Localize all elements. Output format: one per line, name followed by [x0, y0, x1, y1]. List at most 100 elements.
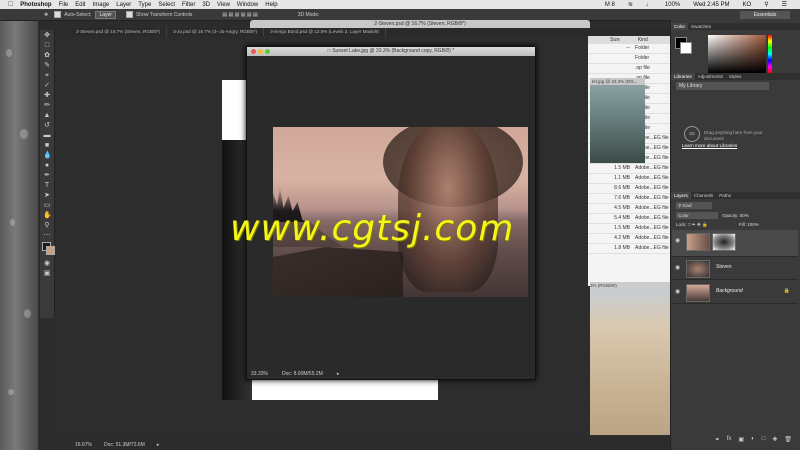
finder-row[interactable]: .op file [588, 64, 670, 74]
visibility-eye-icon[interactable]: ◉ [675, 237, 680, 244]
finder-row[interactable]: 1.8 MB Adobe...EG file [588, 244, 670, 254]
eraser-tool-icon[interactable]: ▬ [43, 132, 51, 140]
finder-row[interactable]: 1.5 MB Adobe...EG file [588, 224, 670, 234]
tab-adjustments[interactable]: Adjustments [695, 73, 726, 80]
transform-controls-checkbox[interactable] [125, 11, 133, 18]
sunset-zoom-level[interactable]: 33.33% [251, 371, 268, 377]
clock[interactable]: Wed 2:45 PM [693, 2, 729, 8]
new-layer-icon[interactable]: ✚ [772, 436, 777, 446]
column-kind[interactable]: Kind [638, 36, 648, 44]
forest-window-title[interactable]: ter.jpg @ 33.3% (RG... [590, 78, 645, 85]
background-color-swatch[interactable] [680, 42, 692, 54]
menu-window[interactable]: Window [237, 2, 258, 8]
layer-row-steven[interactable]: ◉ Steven [672, 257, 798, 280]
menu-select[interactable]: Select [158, 2, 175, 8]
clone-stamp-tool-icon[interactable]: ▲ [43, 112, 51, 120]
menu-layer[interactable]: Layer [116, 2, 131, 8]
opacity-value[interactable]: 50% [740, 213, 749, 218]
column-size[interactable]: Size [610, 36, 620, 44]
menu-view[interactable]: View [217, 2, 230, 8]
learn-libraries-link[interactable]: Learn more about Libraries [682, 143, 737, 148]
hue-slider[interactable] [768, 35, 772, 73]
new-group-icon[interactable]: □ [762, 436, 766, 446]
finder-row[interactable]: 1.5 MB Adobe...EG file [588, 164, 670, 174]
auto-select-dropdown[interactable]: Layer [95, 10, 116, 19]
dunes-photo-window[interactable] [590, 290, 670, 435]
search-icon[interactable]: ⚲ [764, 1, 768, 8]
status-menu-m8[interactable]: M 8 [605, 2, 615, 8]
finder-row[interactable]: 4.2 MB Adobe...EG file [588, 234, 670, 244]
add-mask-icon[interactable]: ▣ [738, 436, 744, 446]
menu-edit[interactable]: Edit [75, 2, 85, 8]
eyedropper-tool-icon[interactable]: ✓ [43, 82, 51, 90]
zoom-level[interactable]: 16.67% [75, 442, 92, 448]
gradient-tool-icon[interactable]: ■ [43, 142, 51, 150]
menu-help[interactable]: Help [265, 2, 277, 8]
layer-style-icon[interactable]: fx [727, 436, 732, 446]
lock-icons[interactable]: □ ✒ ✥ 🔒 [688, 222, 708, 227]
pen-tool-icon[interactable]: ✒ [43, 172, 51, 180]
visibility-eye-icon[interactable]: ◉ [675, 288, 680, 295]
hand-tool-icon[interactable]: ✋ [43, 212, 52, 220]
lasso-tool-icon[interactable]: ✿ [43, 52, 51, 60]
screen-mode-icon[interactable]: ▣ [43, 270, 51, 278]
wifi-icon[interactable]: ≋ [628, 1, 633, 8]
finder-row[interactable]: 4.5 MB Adobe...EG file [588, 204, 670, 214]
opacity-control[interactable]: Opacity: 50% [722, 212, 749, 219]
finder-row[interactable]: 5.4 MB Adobe...EG file [588, 214, 670, 224]
quick-select-tool-icon[interactable]: ✎ [43, 62, 51, 70]
brush-tool-icon[interactable]: ✏ [43, 102, 51, 110]
shape-tool-icon[interactable]: ▭ [43, 202, 51, 210]
forest-photo-window[interactable]: ter.jpg @ 33.3% (RG... [590, 78, 645, 163]
path-select-tool-icon[interactable]: ➤ [43, 192, 51, 200]
visibility-eye-icon[interactable]: ◉ [675, 264, 680, 271]
tab-paths[interactable]: Paths [716, 192, 734, 199]
auto-select-checkbox[interactable] [54, 11, 62, 18]
tab-sergo-bond[interactable]: 3-Sergo Bond.psd @ 12.5% (Levels 2, Laye… [264, 28, 386, 36]
sunset-window-title[interactable]: □ Sunset Lake.jpg @ 33.3% (Background co… [247, 47, 535, 56]
delete-layer-icon[interactable]: 🗑 [784, 436, 792, 446]
menu-type[interactable]: Type [138, 2, 151, 8]
healing-tool-icon[interactable]: ✚ [43, 92, 51, 100]
background-color-swatch[interactable] [46, 246, 55, 255]
zoom-tool-icon[interactable]: ⚲ [43, 222, 51, 230]
more-tools-icon[interactable]: ⋯ [43, 232, 51, 240]
menu-app-name[interactable]: Photoshop [20, 2, 51, 8]
color-swatches[interactable] [42, 242, 55, 258]
tab-layers[interactable]: Layers [671, 192, 691, 199]
finder-row[interactable]: 1.1 MB Adobe...EG file [588, 174, 670, 184]
menu-image[interactable]: Image [93, 2, 110, 8]
status-arrow-icon[interactable]: ▸ [157, 442, 160, 448]
tab-color[interactable]: Color [671, 23, 688, 30]
volume-icon[interactable]: ♩ [646, 2, 652, 8]
layer-row-adjustment[interactable]: ◉ [672, 230, 798, 257]
fill-value[interactable]: 100% [747, 222, 759, 227]
adjustment-layer-icon[interactable]: ◐ [751, 436, 755, 446]
status-arrow-icon[interactable]: ▸ [337, 371, 340, 377]
layer-name-steven[interactable]: Steven [716, 264, 732, 270]
lock-icon[interactable]: 🔒 [784, 288, 790, 294]
link-layers-icon[interactable]: ⚭ [715, 436, 720, 446]
quick-mask-icon[interactable]: ◉ [43, 260, 51, 268]
layer-filter-kind[interactable]: ⚲ Kind [676, 202, 712, 209]
move-tool-icon[interactable]: ✥ [43, 32, 51, 40]
crop-tool-icon[interactable]: ⌖ [43, 72, 51, 80]
apple-icon[interactable]:  [8, 1, 13, 8]
blend-mode-dropdown[interactable]: Color [676, 212, 718, 219]
background-window-title[interactable]: 2-Steven.psd @ 16.7% (Steven, RGB/8*) [250, 20, 590, 28]
dodge-tool-icon[interactable]: ● [43, 162, 51, 170]
tab-channels[interactable]: Channels [691, 192, 716, 199]
minimize-icon[interactable] [258, 49, 263, 54]
layer-mask-thumbnail[interactable] [712, 233, 736, 251]
finder-row[interactable]: -- Folder [588, 44, 670, 54]
align-icons[interactable]: ▤ ▤ ▤ ▤ ▤ ▤ [222, 12, 257, 18]
finder-row[interactable]: 8.6 MB Adobe...EG file [588, 184, 670, 194]
finder-row[interactable]: 7.6 MB Adobe...EG file [588, 194, 670, 204]
layer-row-background[interactable]: ◉ Background 🔒 [672, 281, 798, 304]
close-icon[interactable] [251, 49, 256, 54]
tab-styles[interactable]: Styles [726, 73, 745, 80]
menu-filter[interactable]: Filter [182, 2, 195, 8]
blur-tool-icon[interactable]: 💧 [43, 152, 52, 160]
menu-file[interactable]: File [59, 2, 69, 8]
layer-name-background[interactable]: Background [716, 288, 743, 294]
